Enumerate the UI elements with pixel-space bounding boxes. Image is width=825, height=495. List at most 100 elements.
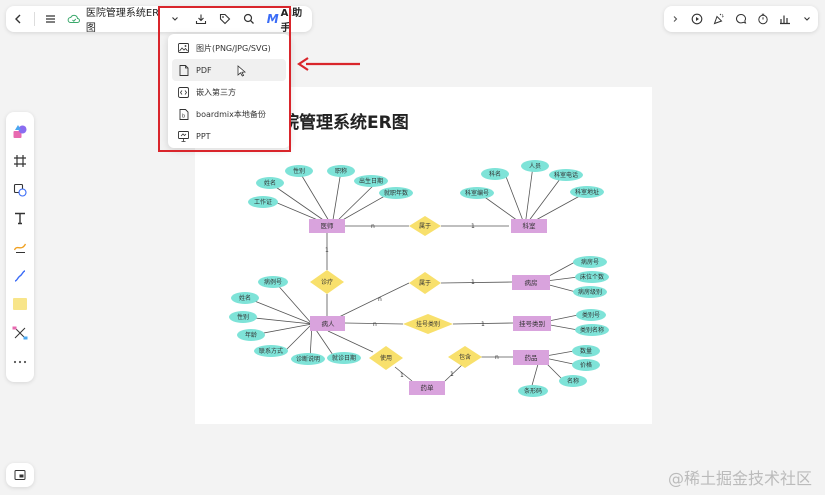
timer-button[interactable] bbox=[752, 7, 774, 31]
chevron-down-icon bbox=[804, 17, 810, 21]
connector-tool[interactable] bbox=[9, 265, 31, 287]
celebrate-button[interactable] bbox=[708, 7, 730, 31]
frame-tool[interactable] bbox=[9, 150, 31, 172]
play-icon bbox=[691, 13, 703, 25]
mindmap-icon bbox=[12, 326, 28, 340]
more-tools[interactable] bbox=[9, 351, 31, 373]
attribute-node: 出生日期 bbox=[354, 175, 388, 187]
frame-icon bbox=[14, 154, 26, 167]
svg-text:条形码: 条形码 bbox=[524, 387, 542, 395]
cardinality-label: 1 bbox=[450, 371, 454, 378]
connector-line-icon bbox=[14, 269, 26, 282]
attribute-node: 科室地址 bbox=[570, 186, 604, 198]
attribute-node: 类别号 bbox=[576, 309, 606, 321]
more-options-button[interactable] bbox=[796, 7, 818, 31]
svg-text:挂号类别: 挂号类别 bbox=[519, 319, 545, 328]
svg-text:就职年数: 就职年数 bbox=[384, 189, 408, 197]
collapse-button[interactable] bbox=[664, 7, 686, 31]
vote-button[interactable] bbox=[774, 7, 796, 31]
attribute-node: 病房级别 bbox=[573, 286, 607, 298]
cardinality-label: 1 bbox=[325, 247, 329, 254]
shape-tool[interactable] bbox=[9, 179, 31, 201]
svg-text:就诊日期: 就诊日期 bbox=[332, 354, 356, 362]
comment-button[interactable] bbox=[730, 7, 752, 31]
svg-text:诊断说明: 诊断说明 bbox=[296, 355, 320, 363]
svg-text:医师: 医师 bbox=[321, 221, 335, 230]
more-dots-icon bbox=[13, 360, 27, 363]
timer-icon bbox=[758, 13, 768, 25]
relation-node: 挂号类别 bbox=[403, 314, 453, 334]
hamburger-menu-icon bbox=[46, 15, 56, 23]
svg-text:名称: 名称 bbox=[567, 377, 579, 385]
relation-node: 属于 bbox=[409, 272, 441, 294]
svg-text:床位个数: 床位个数 bbox=[580, 273, 604, 281]
attribute-node: 性别 bbox=[229, 311, 257, 323]
party-popper-icon bbox=[713, 13, 724, 25]
svg-text:科名: 科名 bbox=[489, 170, 501, 178]
text-icon bbox=[15, 213, 25, 225]
cardinality-label: n bbox=[378, 296, 382, 303]
entity-node: 挂号类别 bbox=[513, 316, 551, 331]
file-title: 医院管理系统ER图 bbox=[85, 8, 160, 34]
sticky-note-tool[interactable] bbox=[9, 293, 31, 315]
templates-tool[interactable] bbox=[9, 121, 31, 143]
text-tool[interactable] bbox=[9, 207, 31, 229]
attribute-node: 名称 bbox=[559, 375, 587, 387]
attribute-node: 床位个数 bbox=[575, 271, 609, 283]
svg-text:姓名: 姓名 bbox=[264, 179, 276, 187]
svg-text:工作证: 工作证 bbox=[254, 198, 272, 206]
pen-icon bbox=[13, 243, 27, 253]
attribute-node: 工作证 bbox=[248, 196, 278, 208]
attribute-node: 姓名 bbox=[256, 177, 284, 189]
svg-text:类别名称: 类别名称 bbox=[580, 326, 604, 334]
attribute-node: 姓名 bbox=[231, 292, 259, 304]
back-button[interactable] bbox=[6, 7, 30, 31]
cardinality-label: n bbox=[371, 223, 375, 230]
attribute-node: 科名 bbox=[481, 168, 509, 180]
present-button[interactable] bbox=[686, 7, 708, 31]
entity-node: 医师 bbox=[309, 219, 345, 233]
svg-text:病人: 病人 bbox=[322, 319, 336, 328]
attribute-node: 价格 bbox=[572, 359, 600, 371]
svg-text:出生日期: 出生日期 bbox=[359, 177, 383, 185]
left-toolbar bbox=[6, 112, 34, 382]
svg-text:药品: 药品 bbox=[525, 353, 538, 362]
attribute-node: 科室编号 bbox=[460, 187, 494, 199]
attribute-node: 性别 bbox=[285, 165, 313, 177]
attribute-node: 年龄 bbox=[237, 329, 265, 341]
menu-button[interactable] bbox=[39, 7, 63, 31]
annotation-arrow-icon bbox=[297, 57, 360, 71]
svg-text:性别: 性别 bbox=[237, 313, 249, 321]
svg-text:使用: 使用 bbox=[380, 354, 392, 362]
relation-node: 包含 bbox=[448, 346, 482, 368]
entity-node: 科室 bbox=[511, 219, 547, 233]
minimap-button[interactable] bbox=[6, 463, 34, 487]
minimap-icon bbox=[14, 470, 26, 480]
mindmap-tool[interactable] bbox=[9, 322, 31, 344]
watermark: @稀土掘金技术社区 bbox=[668, 469, 813, 488]
cardinality-label: 1 bbox=[481, 321, 485, 328]
svg-text:类别号: 类别号 bbox=[582, 311, 600, 319]
svg-text:科室编号: 科室编号 bbox=[465, 189, 489, 197]
relation-node: 属于 bbox=[409, 216, 441, 236]
svg-text:病房号: 病房号 bbox=[581, 258, 599, 266]
relation-node: 使用 bbox=[369, 346, 403, 370]
svg-text:属于: 属于 bbox=[419, 280, 431, 287]
svg-text:属于: 属于 bbox=[419, 223, 431, 230]
attribute-node: 条形码 bbox=[518, 385, 548, 397]
svg-text:挂号类别: 挂号类别 bbox=[416, 320, 440, 328]
attribute-node: 就职年数 bbox=[379, 187, 413, 199]
attribute-node: 类别名称 bbox=[575, 324, 609, 336]
attribute-node: 人员 bbox=[521, 160, 549, 172]
chevron-left-icon bbox=[14, 14, 21, 24]
attribute-node: 就诊日期 bbox=[327, 352, 361, 364]
svg-text:诊疗: 诊疗 bbox=[321, 278, 333, 286]
attribute-node: 科室电话 bbox=[549, 169, 583, 181]
svg-text:人员: 人员 bbox=[529, 163, 541, 170]
attribute-node: 职称 bbox=[327, 165, 355, 177]
entity-node: 药单 bbox=[409, 381, 445, 395]
attribute-node: 诊断说明 bbox=[291, 353, 325, 365]
pen-tool[interactable] bbox=[9, 236, 31, 258]
template-shapes-icon bbox=[13, 125, 27, 139]
cardinality-label: 1 bbox=[471, 223, 475, 230]
